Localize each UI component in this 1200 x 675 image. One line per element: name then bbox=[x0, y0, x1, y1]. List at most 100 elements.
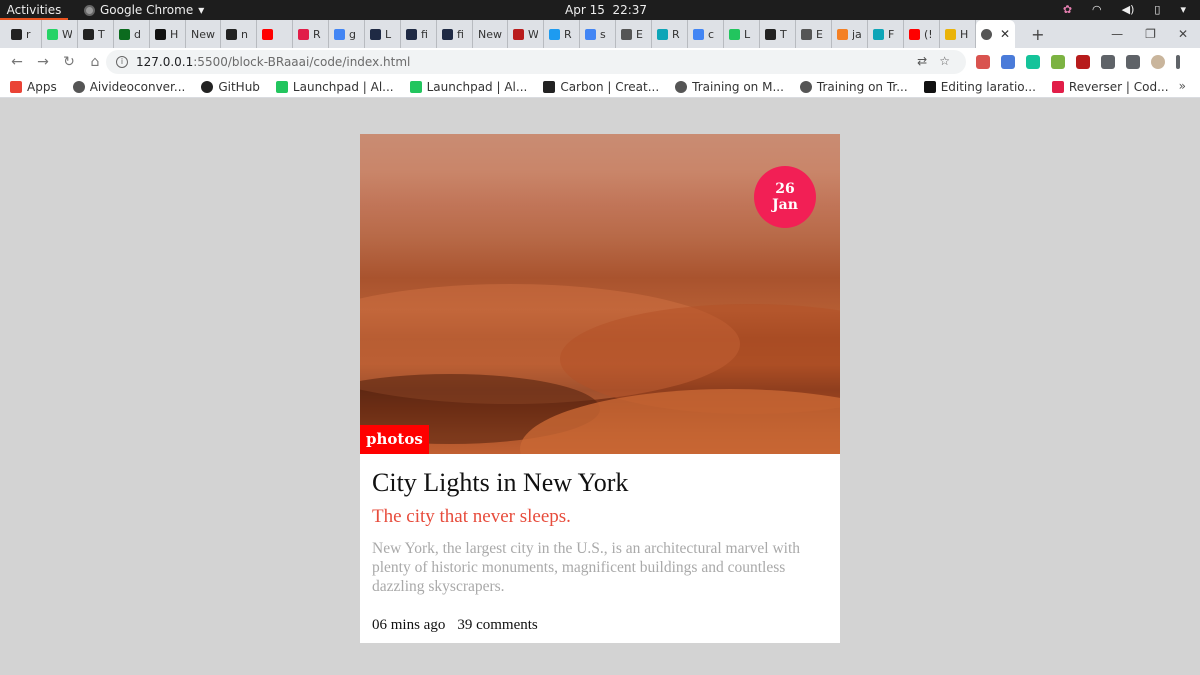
close-window-icon[interactable]: ✕ bbox=[1178, 27, 1188, 41]
volume-icon[interactable]: ◀) bbox=[1122, 0, 1135, 20]
youtube-icon bbox=[262, 28, 273, 40]
bookmark-9[interactable]: Reverser | Cod... bbox=[1051, 79, 1169, 94]
bookmark-6[interactable]: Training on M... bbox=[675, 80, 784, 94]
forward-arrow-icon[interactable]: → bbox=[30, 54, 56, 70]
wifi-icon[interactable]: ◠ bbox=[1092, 0, 1102, 20]
tab-13[interactable]: New bbox=[473, 20, 508, 48]
bookmark-3[interactable]: Launchpad | Al... bbox=[275, 80, 394, 94]
tab-label: H bbox=[170, 27, 179, 41]
tab-21[interactable]: T bbox=[760, 20, 796, 48]
home-icon[interactable]: ⌂ bbox=[82, 54, 108, 70]
restore-icon[interactable]: ❐ bbox=[1145, 27, 1156, 41]
tab-4[interactable]: H bbox=[150, 20, 186, 48]
tab-0[interactable]: r bbox=[6, 20, 42, 48]
site-info-icon[interactable]: i bbox=[116, 56, 128, 68]
clock-date: Apr 15 bbox=[565, 3, 605, 17]
tab-label: r bbox=[26, 27, 31, 41]
tab-label: E bbox=[636, 27, 643, 41]
menu-dots-icon[interactable] bbox=[1176, 55, 1180, 69]
bookmark-7[interactable]: Training on Tr... bbox=[799, 80, 908, 94]
app-menu[interactable]: Google Chrome ▾ bbox=[84, 0, 204, 20]
activities-button[interactable]: Activities bbox=[0, 0, 68, 20]
profile-avatar-icon[interactable] bbox=[1151, 55, 1165, 69]
tab-11[interactable]: fi bbox=[401, 20, 437, 48]
tab-14[interactable]: W bbox=[508, 20, 544, 48]
power-menu-icon[interactable]: ▾ bbox=[1180, 0, 1186, 20]
card-meta: 06 mins ago 39 comments bbox=[372, 617, 828, 634]
tab-label: H bbox=[960, 27, 969, 41]
settings-flower-icon[interactable]: ✿ bbox=[1063, 0, 1072, 20]
ext-red-icon[interactable] bbox=[976, 55, 990, 69]
tab-3[interactable]: d bbox=[114, 20, 150, 48]
tab-12[interactable]: fi bbox=[437, 20, 473, 48]
tab-18[interactable]: R bbox=[652, 20, 688, 48]
time-ago: 06 mins ago bbox=[372, 617, 446, 633]
new-tab-button[interactable]: + bbox=[1031, 25, 1044, 44]
tab-label: New bbox=[478, 27, 502, 41]
desert-photo: 26 Jan photos bbox=[360, 134, 840, 454]
comments-link[interactable]: 39 comments bbox=[457, 617, 537, 634]
tab-label: L bbox=[744, 27, 751, 41]
bookmark-5[interactable]: Carbon | Creat... bbox=[543, 80, 659, 94]
youtube-icon bbox=[909, 28, 920, 40]
tab-8[interactable]: R bbox=[293, 20, 329, 48]
category-tag[interactable]: photos bbox=[360, 425, 429, 454]
bookmark-label: Reverser | Cod... bbox=[1068, 79, 1169, 94]
tab-active[interactable]: ✕ bbox=[976, 20, 1016, 48]
tab-20[interactable]: L bbox=[724, 20, 760, 48]
card-title[interactable]: City Lights in New York bbox=[372, 466, 828, 500]
color-wheel-icon[interactable] bbox=[1051, 55, 1065, 69]
whatsapp-icon bbox=[47, 28, 58, 40]
tab-6[interactable]: n bbox=[221, 20, 257, 48]
bookmark-2[interactable]: GitHub bbox=[201, 80, 260, 94]
bookmark-1[interactable]: Aivideoconver... bbox=[72, 80, 185, 94]
tab-strip: r W Td H New n Rg Lfi fi New W Rs E Rc L T Eja F (! H ✕ + —… bbox=[0, 20, 1200, 48]
translate-page-icon[interactable]: ⇄ bbox=[917, 54, 927, 68]
tab-24[interactable]: F bbox=[868, 20, 904, 48]
tab-2[interactable]: T bbox=[78, 20, 114, 48]
tab-label: T bbox=[780, 27, 787, 41]
reading-list-icon[interactable] bbox=[1126, 55, 1140, 69]
minimize-icon[interactable]: — bbox=[1111, 27, 1123, 41]
bookmark-4[interactable]: Launchpad | Al... bbox=[409, 80, 527, 94]
tab-16[interactable]: s bbox=[580, 20, 616, 48]
bookmark-star-icon[interactable]: ☆ bbox=[939, 54, 950, 68]
back-arrow-icon[interactable]: ← bbox=[4, 54, 30, 70]
card-subtitle: The city that never sleeps. bbox=[372, 506, 571, 527]
tab-19[interactable]: c bbox=[688, 20, 724, 48]
clock[interactable]: Apr 15 22:37 bbox=[565, 0, 647, 20]
tab-15[interactable]: R bbox=[544, 20, 580, 48]
tab-label: (! bbox=[924, 27, 933, 41]
google-icon bbox=[585, 28, 596, 40]
tab-label: s bbox=[600, 27, 606, 41]
system-tray[interactable]: ✿ ◠ ◀) ▯ ▾ bbox=[1063, 0, 1186, 20]
puzzle-icon[interactable] bbox=[1101, 55, 1115, 69]
tab-22[interactable]: E bbox=[796, 20, 832, 48]
tab-1[interactable]: W bbox=[42, 20, 78, 48]
grammarly-icon[interactable] bbox=[1026, 55, 1040, 69]
battery-icon[interactable]: ▯ bbox=[1154, 0, 1160, 20]
translate-icon[interactable] bbox=[1001, 55, 1015, 69]
chart-icon bbox=[409, 80, 422, 93]
globe-icon bbox=[72, 80, 85, 93]
tab-23[interactable]: ja bbox=[832, 20, 868, 48]
tab-25[interactable]: (! bbox=[904, 20, 940, 48]
tab-10[interactable]: L bbox=[365, 20, 401, 48]
reload-icon[interactable]: ↻ bbox=[56, 54, 82, 70]
tab-17[interactable]: E bbox=[616, 20, 652, 48]
tab-label: E bbox=[816, 27, 823, 41]
terminal-icon bbox=[119, 28, 130, 40]
close-icon[interactable]: ✕ bbox=[1000, 27, 1010, 41]
bookmark-0[interactable]: Apps bbox=[10, 80, 57, 94]
tab-5[interactable]: New bbox=[186, 20, 221, 48]
ublock-icon[interactable] bbox=[1076, 55, 1090, 69]
tab-9[interactable]: g bbox=[329, 20, 365, 48]
bookmarks-overflow-icon[interactable]: » bbox=[1179, 79, 1186, 93]
globe-icon bbox=[799, 80, 812, 93]
tab-label: R bbox=[672, 27, 680, 41]
tab-26[interactable]: H bbox=[940, 20, 976, 48]
address-bar[interactable]: i 127.0.0.1:5500/block-BRaaai/code/index… bbox=[106, 50, 966, 74]
bookmark-8[interactable]: Editing laratio... bbox=[923, 80, 1036, 94]
tab-label: R bbox=[313, 27, 321, 41]
tab-7[interactable] bbox=[257, 20, 293, 48]
